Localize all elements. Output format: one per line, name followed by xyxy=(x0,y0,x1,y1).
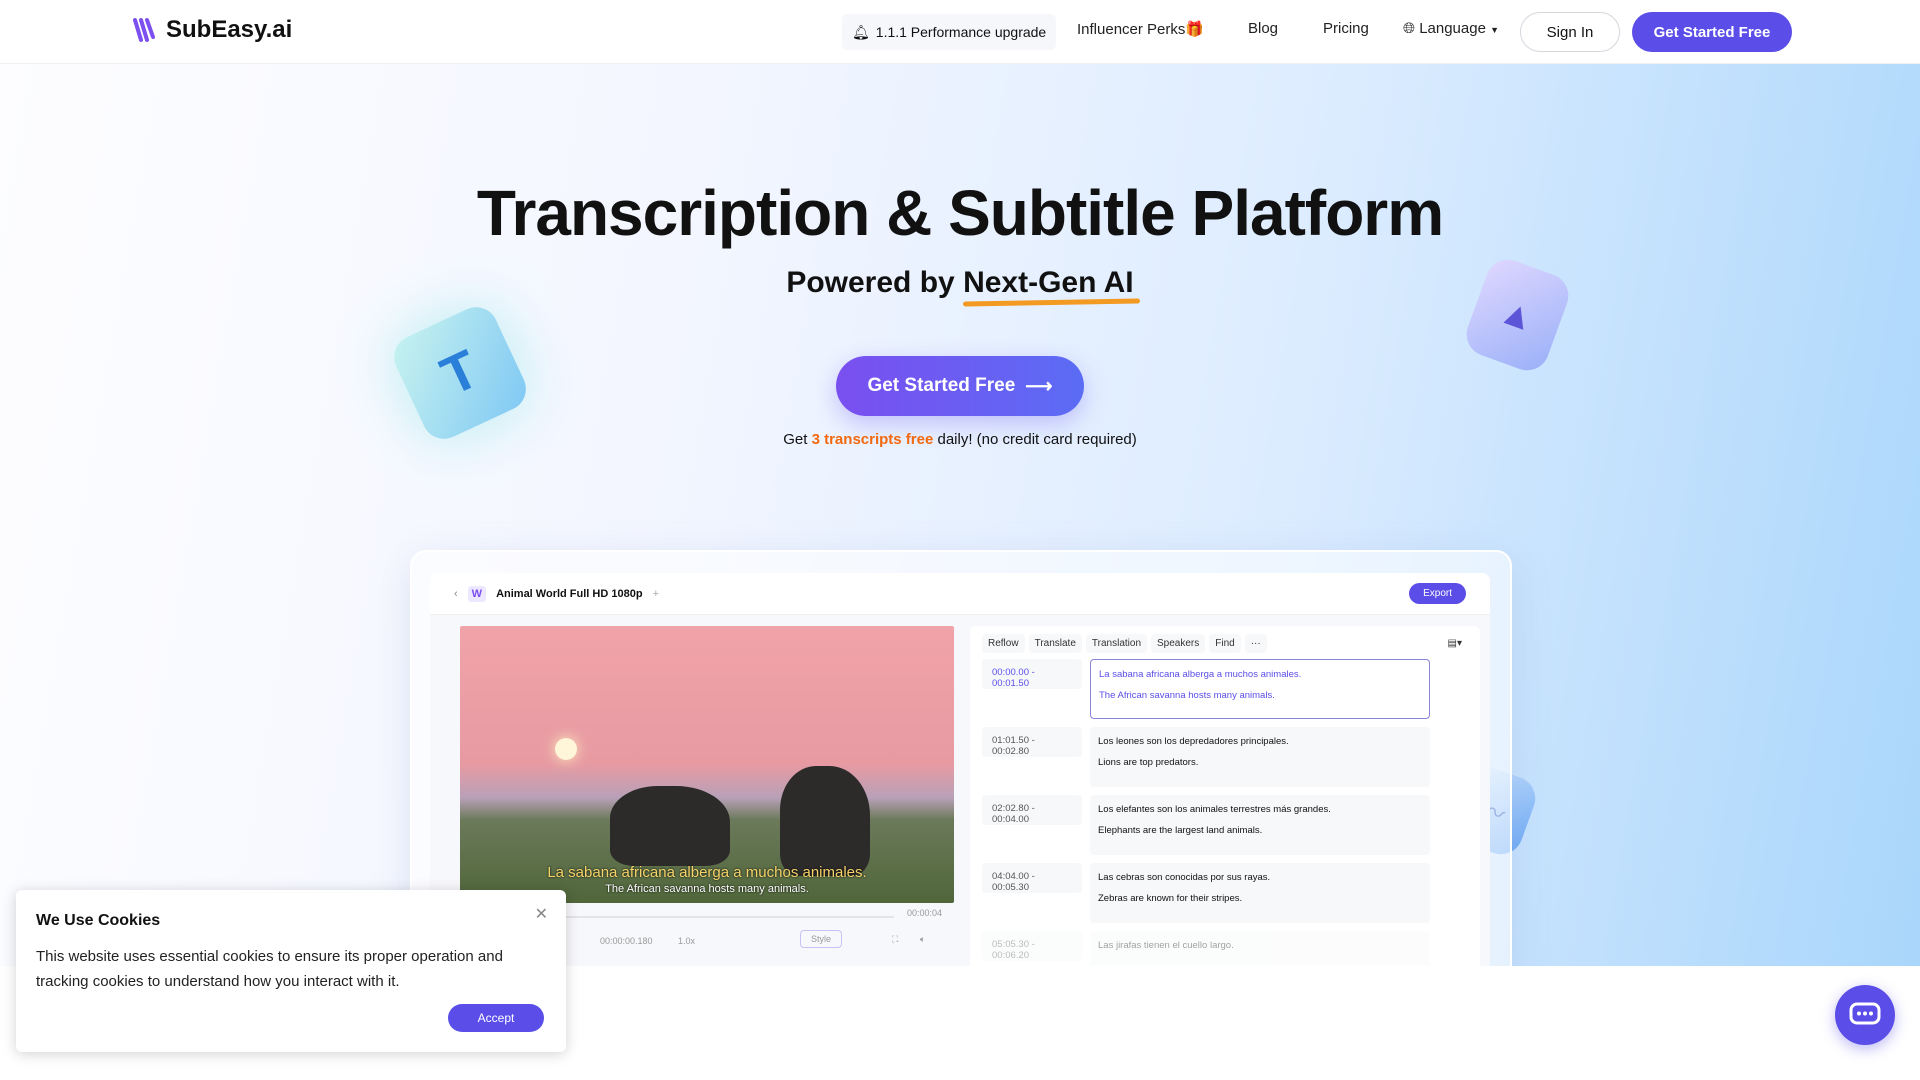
segment-time: 02:02.80 - 00:04.00 xyxy=(982,795,1082,825)
language-dropdown[interactable]: 🌐︎ Language ▼ xyxy=(1403,20,1499,37)
logo[interactable]: SubEasy.ai xyxy=(132,16,292,44)
segment-time: 00:00.00 - 00:01.50 xyxy=(982,659,1082,689)
language-label: Language xyxy=(1419,20,1486,37)
video-player[interactable]: La sabana africana alberga a muchos anim… xyxy=(460,626,954,903)
translation-dropdown[interactable]: Translation xyxy=(1085,634,1148,653)
segment-text[interactable]: Los elefantes son los animales terrestre… xyxy=(1090,795,1430,855)
reflow-button[interactable]: Reflow xyxy=(982,634,1025,653)
cookie-title: We Use Cookies xyxy=(36,912,161,929)
duration: 00:00:04 xyxy=(906,908,942,918)
cta-label: Get Started Free xyxy=(867,375,1016,396)
segment-time: 04:04.00 - 00:05.30 xyxy=(982,863,1082,893)
influencer-label: Influencer Perks xyxy=(1077,21,1186,38)
transcript-segment[interactable]: 01:01.50 - 00:02.80 Los leones son los de… xyxy=(982,727,1468,787)
gift-icon: 🎁 xyxy=(1185,21,1205,38)
editor-preview: ‹ W Animal World Full HD 1080p + Export … xyxy=(430,573,1490,993)
style-dropdown[interactable]: Style xyxy=(800,930,843,948)
cookie-text: This website uses essential cookies to e… xyxy=(36,948,503,990)
subtitle-prefix: Powered by xyxy=(786,266,955,299)
note-highlight: 3 transcripts free xyxy=(811,431,934,448)
chat-button[interactable] xyxy=(1835,985,1895,1045)
segment-text[interactable]: La sabana africana alberga a muchos anim… xyxy=(1090,659,1430,719)
caret-down-icon: ▼ xyxy=(1490,25,1500,35)
segment-time: 05:05.30 - 00:06.20 xyxy=(982,931,1082,961)
segment-text[interactable]: Los leones son los depredadores principa… xyxy=(1090,727,1430,787)
influencer-perks-link[interactable]: Influencer Perks🎁 xyxy=(1077,20,1204,38)
globe-icon: 🌐︎ xyxy=(1403,20,1416,37)
accept-button[interactable]: Accept xyxy=(448,1004,544,1032)
blog-link[interactable]: Blog xyxy=(1248,20,1278,37)
cookie-banner: We Use Cookies ✕ This website uses essen… xyxy=(16,890,566,1052)
progress-bar[interactable] xyxy=(560,916,894,918)
performance-upgrade-link[interactable]: 🔔︎ 1.1.1 Performance upgrade xyxy=(842,14,1057,50)
file-icon: W xyxy=(467,585,487,602)
brand-name: SubEasy.ai xyxy=(166,16,293,43)
logo-icon xyxy=(133,18,155,42)
pricing-link[interactable]: Pricing xyxy=(1323,20,1369,37)
elephant xyxy=(610,786,730,866)
find-button[interactable]: Find xyxy=(1209,634,1241,653)
free-note: Get 3 transcripts free daily! (no credit… xyxy=(0,431,1920,448)
transcript-segment[interactable]: 04:04.00 - 00:05.30 Las cebras son conoci… xyxy=(982,863,1468,923)
note-prefix: Get xyxy=(783,431,808,448)
speed[interactable]: 1.0x xyxy=(678,936,695,946)
add-icon[interactable]: + xyxy=(653,588,659,600)
close-icon[interactable]: ✕ xyxy=(535,904,548,924)
segment-text[interactable]: Las cebras son conocidas por sus rayas. Z… xyxy=(1090,863,1430,923)
export-button[interactable]: Export xyxy=(1409,583,1466,604)
back-icon[interactable]: ‹ xyxy=(454,588,458,600)
bell-icon: 🔔︎ xyxy=(852,23,870,40)
volume-icon[interactable]: 🔈︎ xyxy=(920,934,925,945)
more-button[interactable]: ··· xyxy=(1244,634,1267,653)
file-name: Animal World Full HD 1080p xyxy=(496,587,643,600)
performance-label: 1.1.1 Performance upgrade xyxy=(875,24,1047,40)
speakers-button[interactable]: Speakers xyxy=(1151,634,1206,653)
subtitle-highlight: Next-Gen AI xyxy=(963,266,1134,299)
video-subtitle-es: La sabana africana alberga a muchos anim… xyxy=(547,864,867,881)
top-nav: SubEasy.ai 🔔︎ 1.1.1 Performance upgrade I… xyxy=(0,0,1920,64)
segment-source: Las jirafas tienen el cuello largo. xyxy=(1098,940,1234,951)
fullscreen-icon[interactable]: ⛶ xyxy=(892,934,898,945)
sign-in-button[interactable]: Sign In xyxy=(1520,12,1620,52)
editor-header: ‹ W Animal World Full HD 1080p + Export xyxy=(430,573,1490,615)
page-title: Transcription & Subtitle Platform xyxy=(476,177,1444,249)
layout-icon[interactable]: ▤▾ xyxy=(1442,634,1468,653)
transcript-segment[interactable]: 00:00.00 - 00:01.50 La sabana africana al… xyxy=(982,659,1468,719)
sun xyxy=(555,738,577,760)
note-suffix: daily! (no credit card required) xyxy=(937,431,1137,448)
chat-icon xyxy=(1849,1002,1881,1025)
nav-get-started-button[interactable]: Get Started Free xyxy=(1632,12,1792,52)
hero-get-started-button[interactable]: Get Started Free ⟶ xyxy=(836,356,1084,416)
subtitle: Powered by Next-Gen AI xyxy=(0,266,1920,300)
segment-translation: The African savanna hosts many animals. xyxy=(1099,690,1275,701)
segment-time: 01:01.50 - 00:02.80 xyxy=(982,727,1082,757)
segment-translation: Elephants are the largest land animals. xyxy=(1098,825,1263,836)
transcript-panel: Reflow Translate Translation Speakers Fi… xyxy=(970,626,1480,993)
transcript-segment[interactable]: 02:02.80 - 00:04.00 Los elefantes son los… xyxy=(982,795,1468,855)
elephant xyxy=(780,766,870,876)
translate-button[interactable]: Translate xyxy=(1028,634,1082,653)
arrow-right-icon: ⟶ xyxy=(1025,375,1053,397)
transcript-toolbar: Reflow Translate Translation Speakers Fi… xyxy=(982,634,1468,653)
current-time: 00:00:00.180 xyxy=(600,936,653,946)
